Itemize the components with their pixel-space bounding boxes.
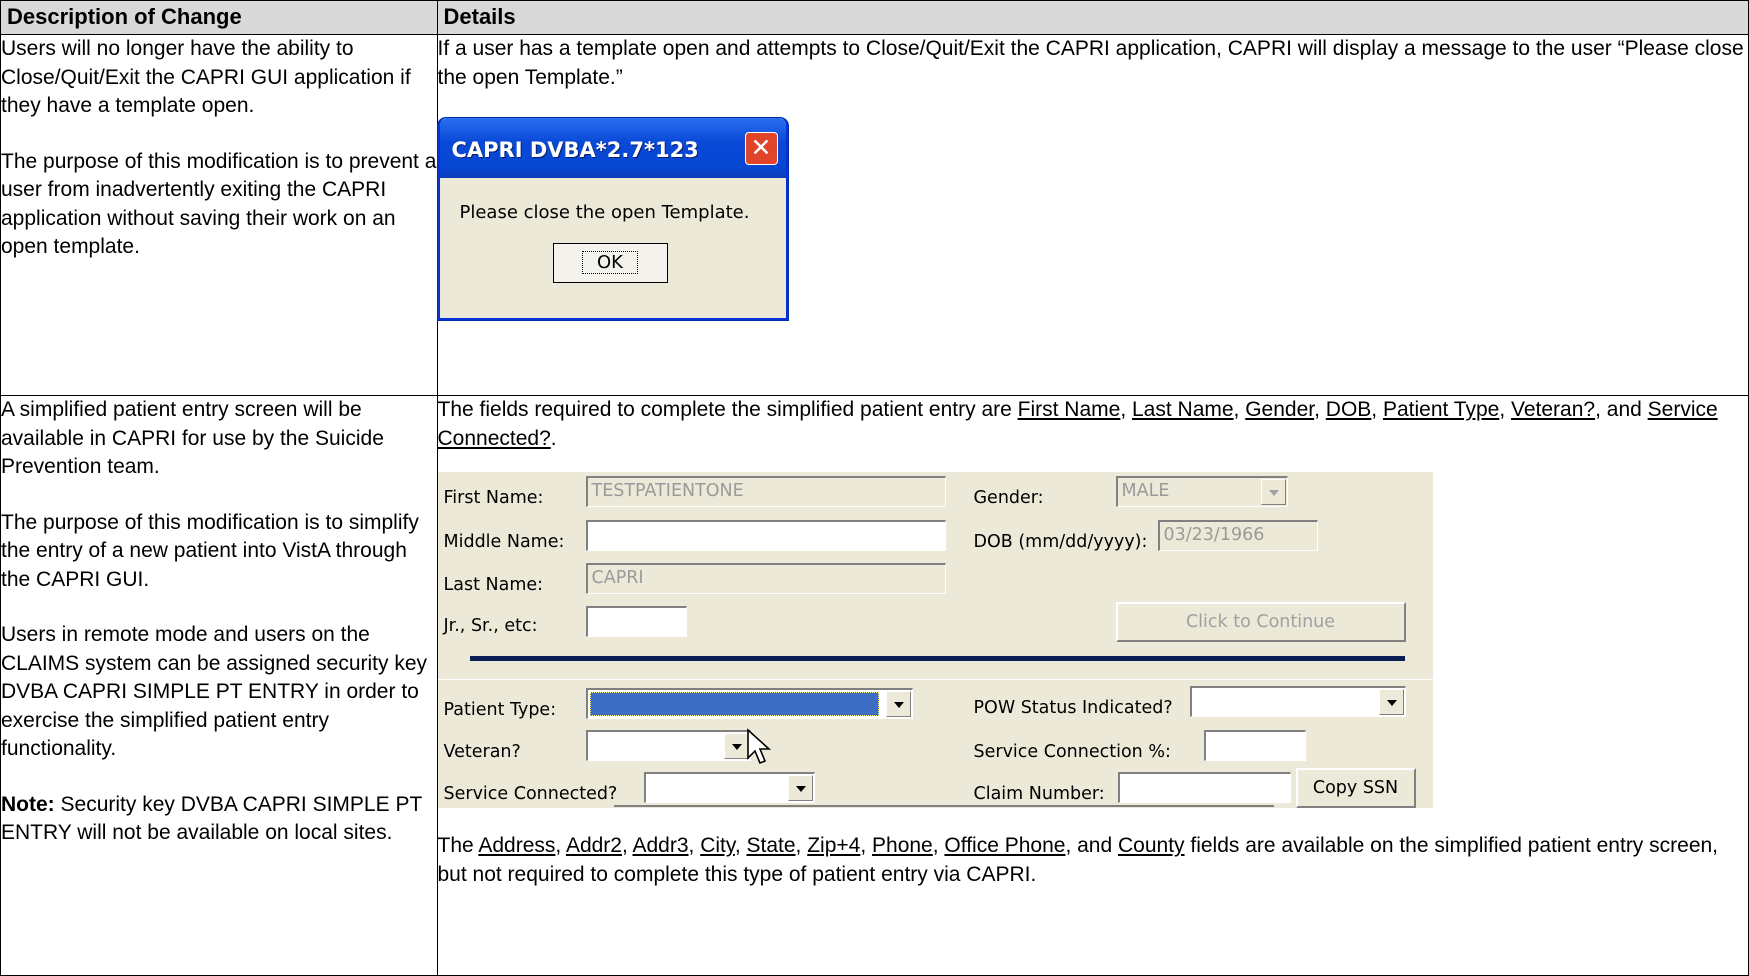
ok-button[interactable]: OK (552, 243, 668, 283)
dialog-message: Please close the open Template. (459, 202, 750, 223)
table-row: Users will no longer have the ability to… (0, 34, 1749, 396)
optional-field: Addr2 (565, 834, 622, 857)
form-divider-highlight (437, 679, 1433, 680)
chevron-down-icon[interactable] (1260, 479, 1286, 505)
row1-desc-paragraph-2: The purpose of this modification is to p… (1, 149, 437, 259)
required-field: Patient Type (1382, 398, 1500, 421)
claim-number-label: Claim Number: (973, 784, 1105, 804)
row2-description: A simplified patient entry screen will b… (0, 395, 438, 976)
optional-field: Office Phone (944, 834, 1066, 857)
optional-field: Addr3 (632, 834, 689, 857)
service-connected-label: Service Connected? (443, 784, 618, 804)
optional-intro: The (437, 834, 479, 857)
note-label: Note: (1, 792, 55, 816)
mouse-cursor-icon (746, 728, 771, 765)
table-row: A simplified patient entry screen will b… (0, 395, 1749, 976)
chevron-down-icon[interactable] (885, 691, 911, 717)
row2-desc-paragraph-1: A simplified patient entry screen will b… (1, 398, 384, 478)
service-connected-select[interactable] (643, 772, 815, 803)
row2-desc-paragraph-3: Users in remote mode and users on the CL… (1, 623, 428, 760)
first-name-label: First Name: (443, 488, 544, 508)
required-field: Last Name (1132, 398, 1234, 421)
row2-details: The fields required to complete the simp… (436, 395, 1749, 976)
required-field: First Name (1017, 398, 1121, 421)
row1-details-paragraph: If a user has a template open and attemp… (437, 37, 1744, 89)
optional-outro: fields are available on the simplified p… (437, 834, 1719, 886)
suffix-label: Jr., Sr., etc: (443, 616, 538, 636)
optional-field: Phone (872, 834, 933, 857)
chevron-down-icon[interactable] (1378, 689, 1404, 715)
change-table: Description of Change Details Users will… (0, 0, 1749, 976)
continue-button[interactable]: Click to Continue (1115, 602, 1406, 642)
header-description: Description of Change (0, 0, 438, 35)
row1-description: Users will no longer have the ability to… (0, 34, 438, 396)
first-name-input[interactable]: TESTPATIENTONE (585, 476, 946, 507)
dialog-title: CAPRI DVBA*2.7*123 (451, 138, 699, 162)
dialog-titlebar: CAPRI DVBA*2.7*123 ✕ (439, 118, 786, 178)
optional-field: State (746, 834, 796, 857)
gender-value: MALE (1121, 481, 1170, 501)
optional-field: Address (478, 834, 556, 857)
optional-fields-paragraph: The Address, Addr2, Addr3, City, State, … (437, 834, 1719, 886)
required-field: Veteran? (1511, 398, 1596, 421)
header-details: Details (436, 0, 1749, 35)
patient-entry-form: First Name: TESTPATIENTONE Middle Name: … (437, 472, 1433, 810)
optional-field: Zip+4 (807, 834, 861, 857)
ok-button-label: OK (582, 251, 638, 274)
row2-desc-paragraph-2: The purpose of this modification is to s… (1, 510, 419, 591)
dob-input[interactable]: 03/23/1966 (1157, 520, 1318, 551)
form-divider (469, 656, 1405, 661)
last-name-label: Last Name: (443, 575, 544, 595)
chevron-down-icon[interactable] (787, 775, 813, 801)
optional-field: City (700, 834, 735, 857)
suffix-input[interactable] (585, 606, 687, 637)
pow-label: POW Status Indicated? (973, 698, 1173, 718)
row2-note-paragraph: Note: Security key DVBA CAPRI SIMPLE PT … (1, 791, 437, 848)
sc-percent-input[interactable] (1203, 730, 1306, 761)
patient-type-label: Patient Type: (443, 700, 557, 720)
row1-desc-paragraph-1: Users will no longer have the ability to… (1, 37, 411, 117)
claim-number-input[interactable] (1117, 772, 1291, 803)
gender-label: Gender: (973, 488, 1044, 508)
close-template-dialog: CAPRI DVBA*2.7*123 ✕ Please close the op… (437, 118, 788, 320)
table-header-row: Description of Change Details (0, 0, 1749, 35)
required-fields-paragraph: The fields required to complete the simp… (437, 398, 1718, 450)
required-field: DOB (1325, 398, 1372, 421)
middle-name-label: Middle Name: (443, 532, 565, 552)
document-page: Description of Change Details Users will… (0, 0, 1749, 976)
patient-type-highlight (589, 692, 879, 716)
row1-details: If a user has a template open and attemp… (436, 34, 1749, 396)
pow-select[interactable] (1189, 686, 1406, 717)
sc-percent-label: Service Connection %: (973, 742, 1171, 762)
middle-name-input[interactable] (585, 520, 946, 551)
close-icon[interactable]: ✕ (744, 132, 778, 165)
veteran-label: Veteran? (443, 742, 521, 762)
required-field: Gender (1245, 398, 1315, 421)
form-hidden-row-edge (613, 805, 1274, 810)
required-intro: The fields required to complete the simp… (437, 398, 1018, 421)
copy-ssn-button[interactable]: Copy SSN (1295, 768, 1416, 808)
optional-field: County (1118, 834, 1185, 857)
patient-type-select[interactable] (585, 688, 913, 719)
gender-select[interactable]: MALE (1115, 476, 1288, 507)
last-name-input[interactable]: CAPRI (585, 563, 946, 594)
note-text: Security key DVBA CAPRI SIMPLE PT ENTRY … (1, 792, 422, 845)
dob-label: DOB (mm/dd/yyyy): (973, 532, 1148, 552)
veteran-select[interactable] (585, 730, 751, 761)
